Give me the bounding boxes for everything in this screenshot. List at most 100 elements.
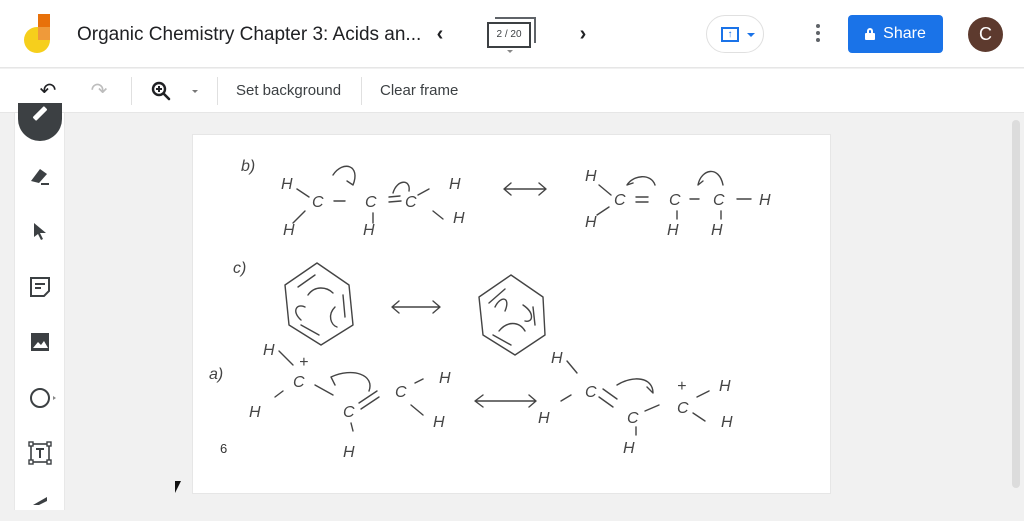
image-tool-button[interactable] — [25, 327, 55, 357]
curved-arrow — [332, 165, 356, 186]
divider — [131, 77, 132, 105]
divider — [361, 77, 362, 105]
vertical-scrollbar[interactable] — [1012, 120, 1020, 488]
redo-icon: ↷ — [90, 80, 108, 102]
curved-arrow — [697, 170, 724, 186]
atom-h: H — [449, 176, 461, 193]
double-bond — [388, 195, 402, 203]
dot — [816, 31, 820, 35]
atom-h: H — [667, 222, 679, 239]
atom-h: H — [721, 414, 733, 431]
atom-c: C — [293, 374, 305, 391]
curved-arrow — [295, 305, 306, 321]
chevron-left-icon: ‹ — [436, 23, 444, 45]
logo-bar-top — [38, 14, 50, 27]
bond — [596, 206, 610, 216]
atom-c: C — [585, 384, 597, 401]
atom-h: H — [538, 410, 550, 427]
bond — [278, 350, 294, 366]
laser-icon — [33, 497, 47, 505]
bond — [274, 390, 284, 398]
bond — [414, 378, 424, 384]
document-title[interactable]: Organic Chemistry Chapter 3: Acids an... — [77, 24, 421, 46]
atom-h: H — [343, 444, 355, 461]
atom-h: H — [263, 342, 275, 359]
dot — [816, 38, 820, 42]
bond — [432, 210, 444, 220]
select-tool-button[interactable] — [25, 216, 55, 246]
text-box-tool-button[interactable] — [25, 438, 55, 468]
caret-down-icon — [747, 33, 755, 37]
bond — [314, 384, 334, 396]
label-a: a) — [209, 366, 223, 383]
shape-tool-button[interactable] — [25, 383, 56, 413]
curved-arrow — [522, 304, 533, 322]
atom-h: H — [283, 222, 295, 239]
atom-h: H — [585, 214, 597, 231]
benzene-ring — [478, 274, 546, 356]
bond — [598, 184, 612, 196]
dot — [816, 24, 820, 28]
cast-button[interactable]: ↑ — [706, 15, 764, 53]
jamboard-logo-icon[interactable] — [24, 14, 54, 54]
undo-button[interactable]: ↶ — [36, 79, 60, 103]
atom-h: H — [551, 350, 563, 367]
curved-arrow — [307, 287, 334, 296]
share-button[interactable]: Share — [848, 15, 943, 53]
double-bond — [358, 390, 380, 410]
atom-h: H — [433, 414, 445, 431]
lock-icon — [865, 28, 876, 40]
benzene-ring — [284, 262, 354, 346]
bond — [560, 394, 572, 402]
atom-c: C — [614, 192, 626, 209]
bond — [296, 188, 310, 198]
circle-icon — [30, 388, 56, 408]
page-number: 6 — [220, 441, 228, 456]
laser-tool-button[interactable] — [25, 491, 55, 521]
more-options-button[interactable] — [808, 22, 828, 48]
curved-arrow — [626, 176, 656, 186]
eraser-icon — [31, 169, 49, 185]
atom-c: C — [312, 194, 324, 211]
double-bond — [635, 196, 649, 203]
account-avatar[interactable]: C — [968, 17, 1003, 52]
clear-frame-button[interactable]: Clear frame — [380, 82, 458, 99]
jamboard-frame[interactable]: b) H C H C H C H H H C H C H C H H c) a)… — [192, 134, 831, 494]
sticky-note-tool-button[interactable] — [25, 272, 55, 302]
atom-h: H — [623, 440, 635, 457]
bond — [410, 404, 424, 416]
plus-charge: + — [677, 378, 686, 395]
share-label: Share — [883, 25, 926, 42]
atom-h: H — [585, 168, 597, 185]
previous-frame-button[interactable]: ‹ — [428, 22, 452, 46]
cursor-icon — [34, 223, 46, 240]
divider — [217, 77, 218, 105]
set-background-button[interactable]: Set background — [236, 82, 341, 99]
undo-icon: ↶ — [39, 80, 57, 102]
curved-arrow — [498, 322, 526, 332]
atom-h: H — [453, 210, 465, 227]
curved-arrow — [392, 181, 410, 194]
top-bar: Organic Chemistry Chapter 3: Acids an...… — [0, 0, 1024, 68]
edit-toolbar: ↶ ↷ Set background Clear frame — [0, 69, 1024, 113]
atom-c: C — [343, 404, 355, 421]
curved-arrow — [329, 306, 338, 328]
eraser-tool-button[interactable] — [25, 161, 55, 191]
redo-button[interactable]: ↷ — [87, 79, 111, 103]
atom-c: C — [395, 384, 407, 401]
pen-icon — [32, 106, 48, 121]
pen-tool-button[interactable] — [18, 103, 62, 141]
resonance-arrow — [474, 394, 537, 408]
curved-arrow — [330, 371, 371, 392]
chevron-right-icon: › — [579, 23, 587, 45]
bond — [696, 390, 710, 398]
zoom-dropdown-icon[interactable] — [192, 90, 198, 93]
text-box-icon — [28, 441, 52, 465]
caret-down-icon — [507, 50, 513, 53]
next-frame-button[interactable]: › — [571, 22, 595, 46]
zoom-in-icon — [151, 81, 171, 101]
atom-h: H — [711, 222, 723, 239]
zoom-button[interactable] — [149, 79, 173, 103]
frame-bar-toggle[interactable]: 2 / 20 — [487, 17, 539, 55]
atom-h: H — [281, 176, 293, 193]
